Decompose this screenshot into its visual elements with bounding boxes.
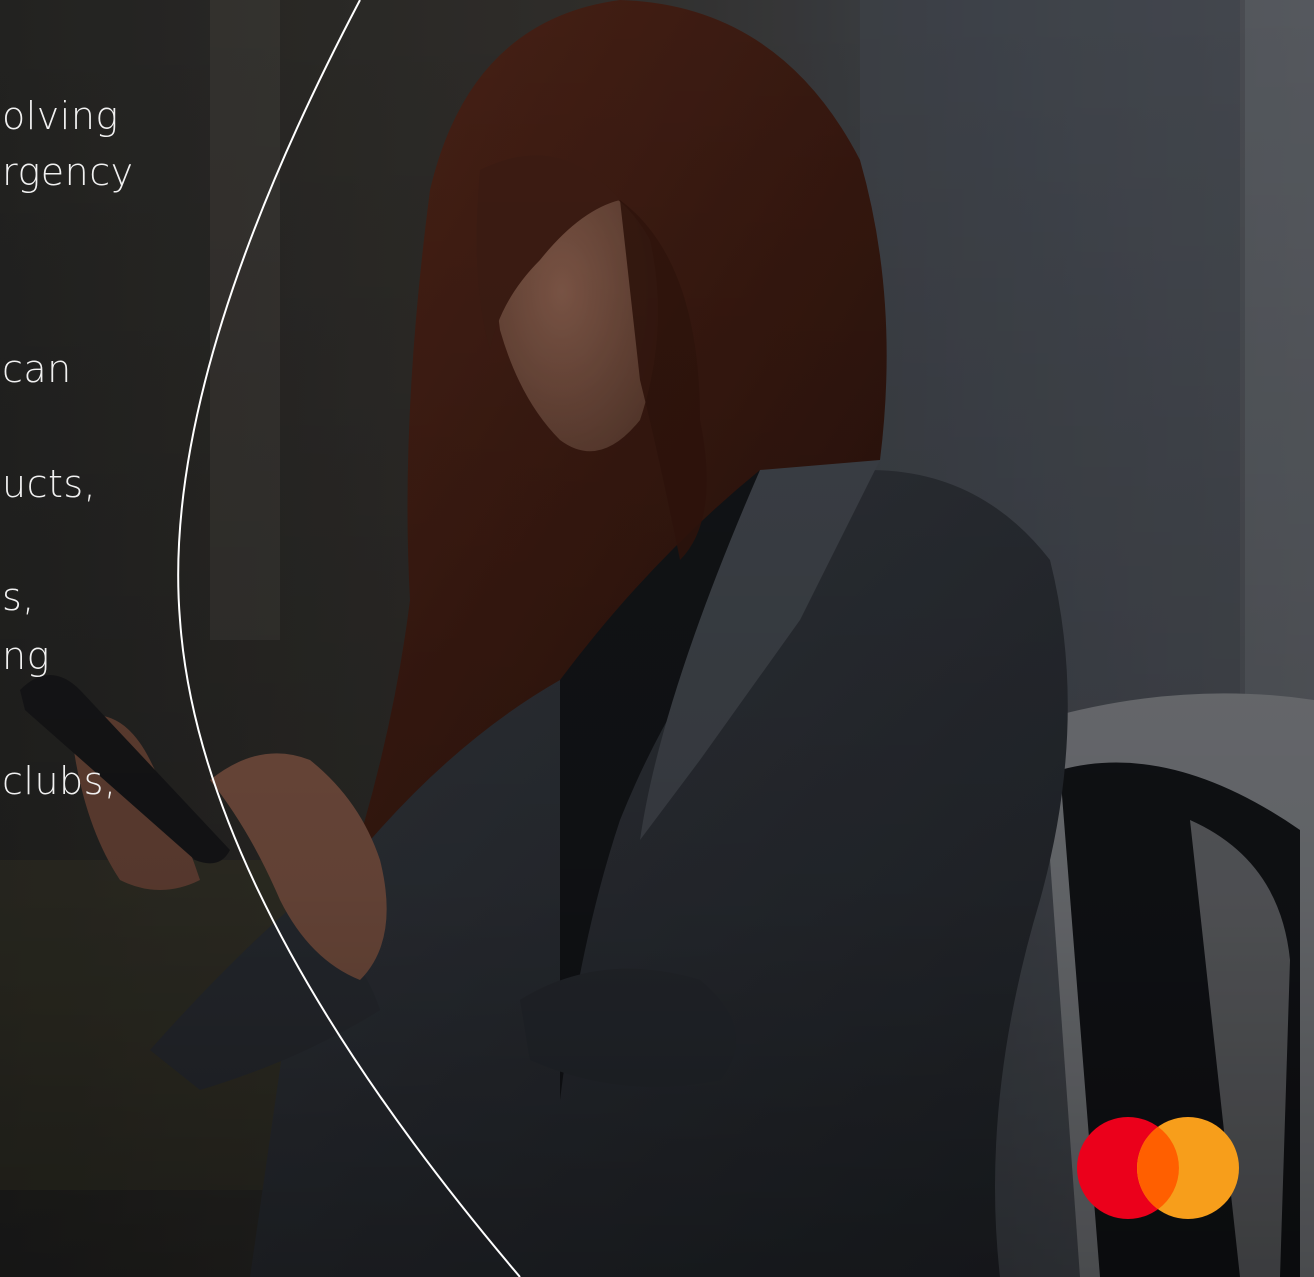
background-photo [0,0,1314,1277]
text-fragment-7: clubs, [2,759,117,803]
text-fragment-4: ucts, [2,462,97,506]
text-fragment-5: s, [2,575,35,619]
text-fragment-6: ng [2,634,50,678]
text-fragment-2: rgency [2,150,134,194]
mastercard-logo [1077,1117,1239,1219]
text-fragment-1: olving [2,94,119,138]
text-fragment-3: can [2,347,72,391]
